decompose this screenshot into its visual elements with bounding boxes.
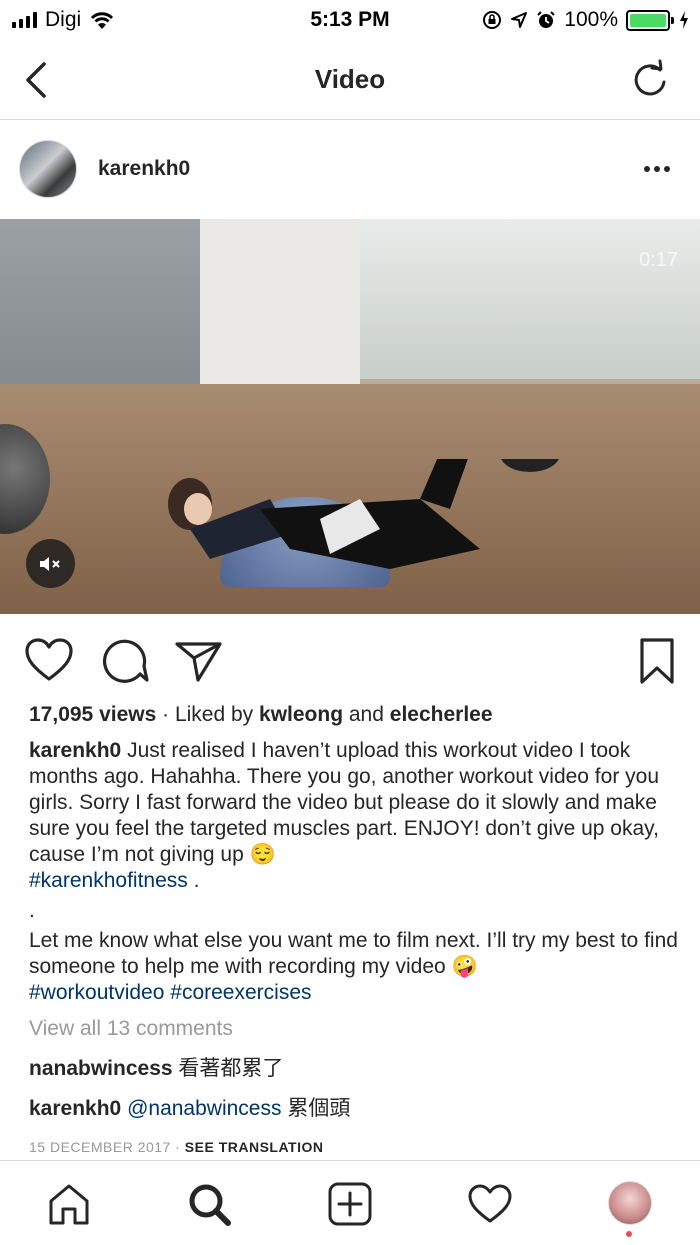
- caption-dot: .: [29, 899, 35, 922]
- liked-by-user-2[interactable]: elecherlee: [390, 703, 493, 726]
- caption-part-2: Let me know what else you want me to fil…: [29, 928, 679, 1006]
- liked-by-prefix: · Liked by: [162, 703, 254, 726]
- video-timer: 0:17: [639, 249, 678, 271]
- comment-username[interactable]: nanabwincess: [29, 1057, 173, 1080]
- location-icon: [511, 12, 528, 28]
- status-bar: Digi 5:13 PM 100%: [0, 0, 700, 40]
- hashtag-suffix: .: [187, 869, 200, 892]
- home-icon[interactable]: [46, 1181, 92, 1227]
- bookmark-icon[interactable]: [632, 636, 682, 686]
- comment-mention[interactable]: @nanabwincess: [127, 1097, 281, 1120]
- mute-icon: [39, 556, 60, 571]
- battery-icon: [626, 9, 674, 31]
- share-icon[interactable]: [174, 636, 224, 686]
- post-date: 15 DECEMBER 2017: [29, 1139, 171, 1155]
- views-count[interactable]: 17,095 views: [29, 703, 156, 726]
- post-video[interactable]: 0:17: [0, 219, 700, 614]
- battery-percent: 100%: [564, 8, 618, 31]
- charging-icon: [680, 11, 688, 29]
- view-all-comments-link[interactable]: View all 13 comments: [29, 1016, 679, 1042]
- post-date-line: 15 DECEMBER 2017 · SEE TRANSLATION: [29, 1134, 679, 1160]
- add-icon[interactable]: [327, 1181, 373, 1227]
- video-scene-person: [168, 459, 559, 569]
- caption-text: Just realised I haven’t upload this work…: [29, 739, 660, 866]
- search-icon[interactable]: [186, 1181, 232, 1227]
- activity-icon[interactable]: [467, 1181, 513, 1227]
- caption: karenkh0 Just realised I haven’t upload …: [29, 738, 679, 894]
- date-separator: ·: [175, 1139, 181, 1155]
- comment-item: karenkh0 @nanabwincess 累個頭: [29, 1096, 679, 1122]
- avatar[interactable]: [19, 140, 77, 198]
- see-translation-link[interactable]: SEE TRANSLATION: [185, 1139, 324, 1155]
- comment-icon[interactable]: [100, 636, 150, 686]
- post-username[interactable]: karenkh0: [98, 157, 190, 181]
- mute-button[interactable]: [26, 539, 75, 588]
- bottom-tab-bar: [0, 1160, 700, 1245]
- comment-item: nanabwincess 看著都累了: [29, 1056, 679, 1082]
- caption-text-2: Let me know what else you want me to fil…: [29, 929, 678, 978]
- refresh-icon[interactable]: [630, 58, 670, 102]
- rotation-lock-icon: [483, 11, 502, 29]
- alarm-icon: [537, 11, 555, 28]
- post-header: karenkh0: [0, 121, 700, 219]
- liked-by-and: and: [348, 703, 384, 726]
- profile-icon[interactable]: [608, 1181, 652, 1225]
- comment-text: 累個頭: [287, 1097, 351, 1120]
- hashtag-link[interactable]: #coreexercises: [170, 981, 311, 1004]
- hashtag-link[interactable]: #karenkhofitness: [29, 869, 188, 892]
- post-actions: [0, 614, 700, 704]
- caption-username[interactable]: karenkh0: [29, 739, 121, 762]
- status-right: 100%: [482, 8, 690, 32]
- comment-username[interactable]: karenkh0: [29, 1097, 121, 1120]
- likes-line: 17,095 views · Liked by kwleong and elec…: [29, 702, 679, 728]
- video-scene-glass: [360, 219, 700, 379]
- liked-by-user-1[interactable]: kwleong: [259, 703, 343, 726]
- more-icon[interactable]: [642, 159, 672, 179]
- notification-dot: [626, 1231, 632, 1237]
- hashtag-link[interactable]: #workoutvideo: [29, 981, 164, 1004]
- page-title: Video: [314, 64, 386, 94]
- nav-bar: Video: [0, 40, 700, 120]
- comment-text: 看著都累了: [178, 1057, 284, 1080]
- post-content: 17,095 views · Liked by kwleong and elec…: [29, 700, 679, 1160]
- heart-icon[interactable]: [24, 636, 74, 686]
